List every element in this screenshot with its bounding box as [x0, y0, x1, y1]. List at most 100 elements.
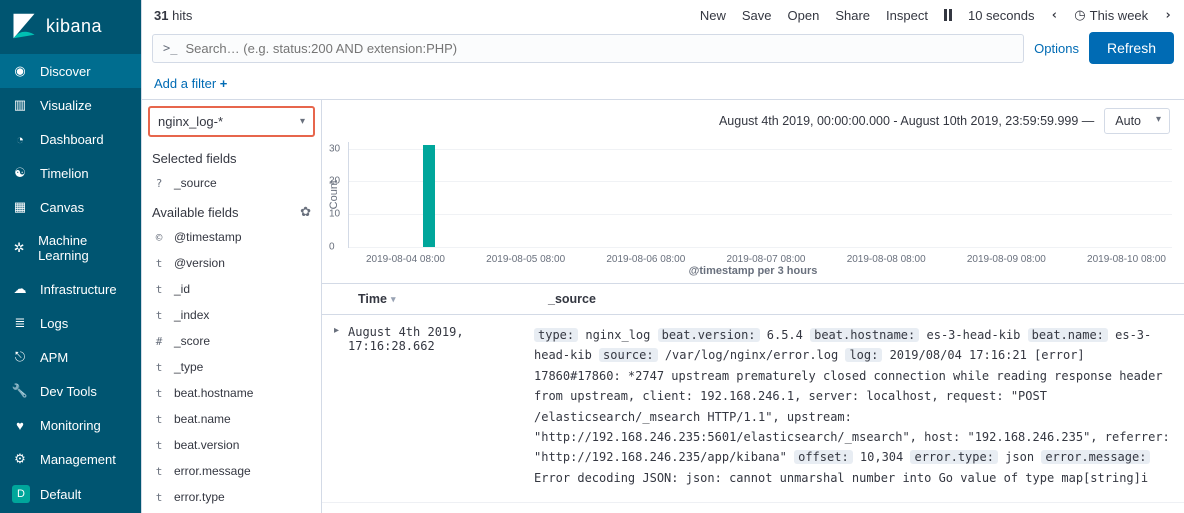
brand-text: kibana — [46, 16, 102, 37]
fields-settings-icon[interactable]: ✿ — [300, 204, 311, 220]
nav-label: Monitoring — [40, 418, 101, 433]
nav-label: Infrastructure — [40, 282, 117, 297]
nav-infra[interactable]: ☁Infrastructure — [0, 272, 141, 306]
wrench-icon: 🔧 — [12, 383, 28, 399]
search-input[interactable] — [185, 41, 1013, 56]
field-_type[interactable]: t _type — [142, 354, 321, 380]
index-pattern-select[interactable]: nginx_log-* ▾ — [148, 106, 315, 137]
chart-xcaption: @timestamp per 3 hours — [322, 265, 1184, 283]
space-badge: D — [12, 485, 30, 503]
field-error.message[interactable]: t error.message — [142, 458, 321, 484]
nav-label: Discover — [40, 64, 91, 79]
sidebar: kibana ◉Discover ▥ Visualize ◔ Dashboard ☯Tim… — [0, 0, 141, 513]
col-time-header[interactable]: Time▾ — [358, 292, 538, 306]
xtick: 2019-08-09 08:00 — [967, 254, 1046, 265]
bar-icon: ▥ — [12, 97, 28, 113]
apm-icon: ⎋ — [12, 349, 28, 365]
sort-desc-icon: ▾ — [391, 294, 396, 305]
field-type-icon: t — [152, 283, 166, 296]
field-type-icon: t — [152, 387, 166, 400]
gauge-icon: ◔ — [12, 131, 28, 147]
nav-timelion[interactable]: ☯Timelion — [0, 156, 141, 190]
nav-devtools[interactable]: 🔧Dev Tools — [0, 374, 141, 408]
field-name: @version — [174, 256, 225, 270]
topbar-share[interactable]: Share — [835, 8, 870, 23]
field-_id[interactable]: t_id — [142, 276, 321, 302]
field-name: @timestamp — [174, 230, 242, 244]
nav-monitoring[interactable]: ♥Monitoring — [0, 408, 141, 442]
hit-count: 31 hits — [154, 8, 192, 23]
nav-dashboard[interactable]: ◔ Dashboard — [0, 122, 141, 156]
interval-select[interactable]: Auto — [1104, 108, 1170, 134]
field-_source[interactable]: ? _source — [142, 170, 321, 196]
logo[interactable]: kibana — [0, 0, 141, 54]
search-box[interactable]: >_ — [152, 34, 1024, 63]
time-prev-icon[interactable]: ‹ — [1050, 8, 1058, 23]
canvas-icon: ▦ — [12, 199, 28, 215]
field-@timestamp[interactable]: ©@timestamp — [142, 224, 321, 250]
space-label: Default — [40, 487, 81, 502]
nav-discover[interactable]: ◉Discover — [0, 54, 141, 88]
topbar-new[interactable]: New — [700, 8, 726, 23]
field-type-icon: t — [152, 361, 166, 374]
add-filter[interactable]: Add a filter + — [154, 76, 227, 91]
xtick: 2019-08-06 08:00 — [606, 254, 685, 265]
field-_index[interactable]: t_index — [142, 302, 321, 328]
field-name: _score — [174, 334, 210, 348]
time-next-icon[interactable]: › — [1164, 8, 1172, 23]
available-fields-head: Available fields — [152, 205, 238, 220]
shield-icon: ☯ — [12, 165, 28, 181]
field-_score[interactable]: #_score — [142, 328, 321, 354]
chevron-down-icon: ▾ — [300, 116, 305, 127]
nav-label: Canvas — [40, 200, 84, 215]
field-type-icon: t — [152, 465, 166, 478]
xtick: 2019-08-04 08:00 — [366, 254, 445, 265]
field-error.type[interactable]: terror.type — [142, 484, 321, 510]
nav-label: Dashboard — [40, 132, 104, 147]
nav-apm[interactable]: ⎋APM — [0, 340, 141, 374]
time-range-picker[interactable]: ◷This week — [1074, 7, 1148, 23]
index-pattern-value: nginx_log-* — [158, 114, 223, 129]
field-beat.hostname[interactable]: tbeat.hostname — [142, 380, 321, 406]
nav-management[interactable]: ⚙Management — [0, 442, 141, 476]
xtick: 2019-08-05 08:00 — [486, 254, 565, 265]
field-name: _source — [174, 176, 217, 190]
pause-icon[interactable] — [944, 9, 952, 21]
field-beat.name[interactable]: t beat.name — [142, 406, 321, 432]
field-type-icon: ? — [152, 177, 166, 190]
field-name: _type — [174, 360, 203, 374]
doc-row: ▸August 4th 2019, 17:15:48.271type: ngin… — [322, 503, 1184, 513]
refresh-interval[interactable]: 10 seconds — [968, 8, 1035, 23]
nav-canvas[interactable]: ▦ Canvas — [0, 190, 141, 224]
nav-label: Visualize — [40, 98, 92, 113]
topbar-save[interactable]: Save — [742, 8, 772, 23]
nav-label: Management — [40, 452, 116, 467]
field-type-icon: t — [152, 309, 166, 322]
topbar-inspect[interactable]: Inspect — [886, 8, 928, 23]
histogram-chart[interactable]: Count 0102030 — [322, 142, 1184, 252]
clock-icon: ◷ — [1074, 7, 1085, 23]
nav-ml[interactable]: ✲Machine Learning — [0, 224, 141, 272]
space-switcher[interactable]: D Default — [0, 477, 141, 513]
logs-icon: ≣ — [12, 315, 28, 331]
col-source-header[interactable]: _source — [548, 292, 596, 306]
field-type-icon: t — [152, 413, 166, 426]
xtick: 2019-08-08 08:00 — [847, 254, 926, 265]
nav-visualize[interactable]: ▥ Visualize — [0, 88, 141, 122]
field-name: error.type — [174, 490, 225, 504]
selected-fields-head: Selected fields — [142, 143, 321, 170]
doc-time: August 4th 2019, 17:16:28.662 — [348, 325, 534, 488]
refresh-button[interactable]: Refresh — [1089, 32, 1174, 64]
topbar-open[interactable]: Open — [788, 8, 820, 23]
field-@version[interactable]: t@version — [142, 250, 321, 276]
field-beat.version[interactable]: tbeat.version — [142, 432, 321, 458]
chart-bar[interactable] — [423, 145, 435, 247]
nav-logs[interactable]: ≣Logs — [0, 306, 141, 340]
expand-icon[interactable]: ▸ — [334, 325, 348, 488]
prompt-icon: >_ — [163, 41, 177, 55]
search-options[interactable]: Options — [1034, 41, 1079, 56]
xtick: 2019-08-07 08:00 — [727, 254, 806, 265]
field-name: beat.name — [174, 412, 231, 426]
field-name: error.message — [174, 464, 251, 478]
doc-source: type: nginx_log beat.version: 6.5.4 beat… — [534, 325, 1172, 488]
